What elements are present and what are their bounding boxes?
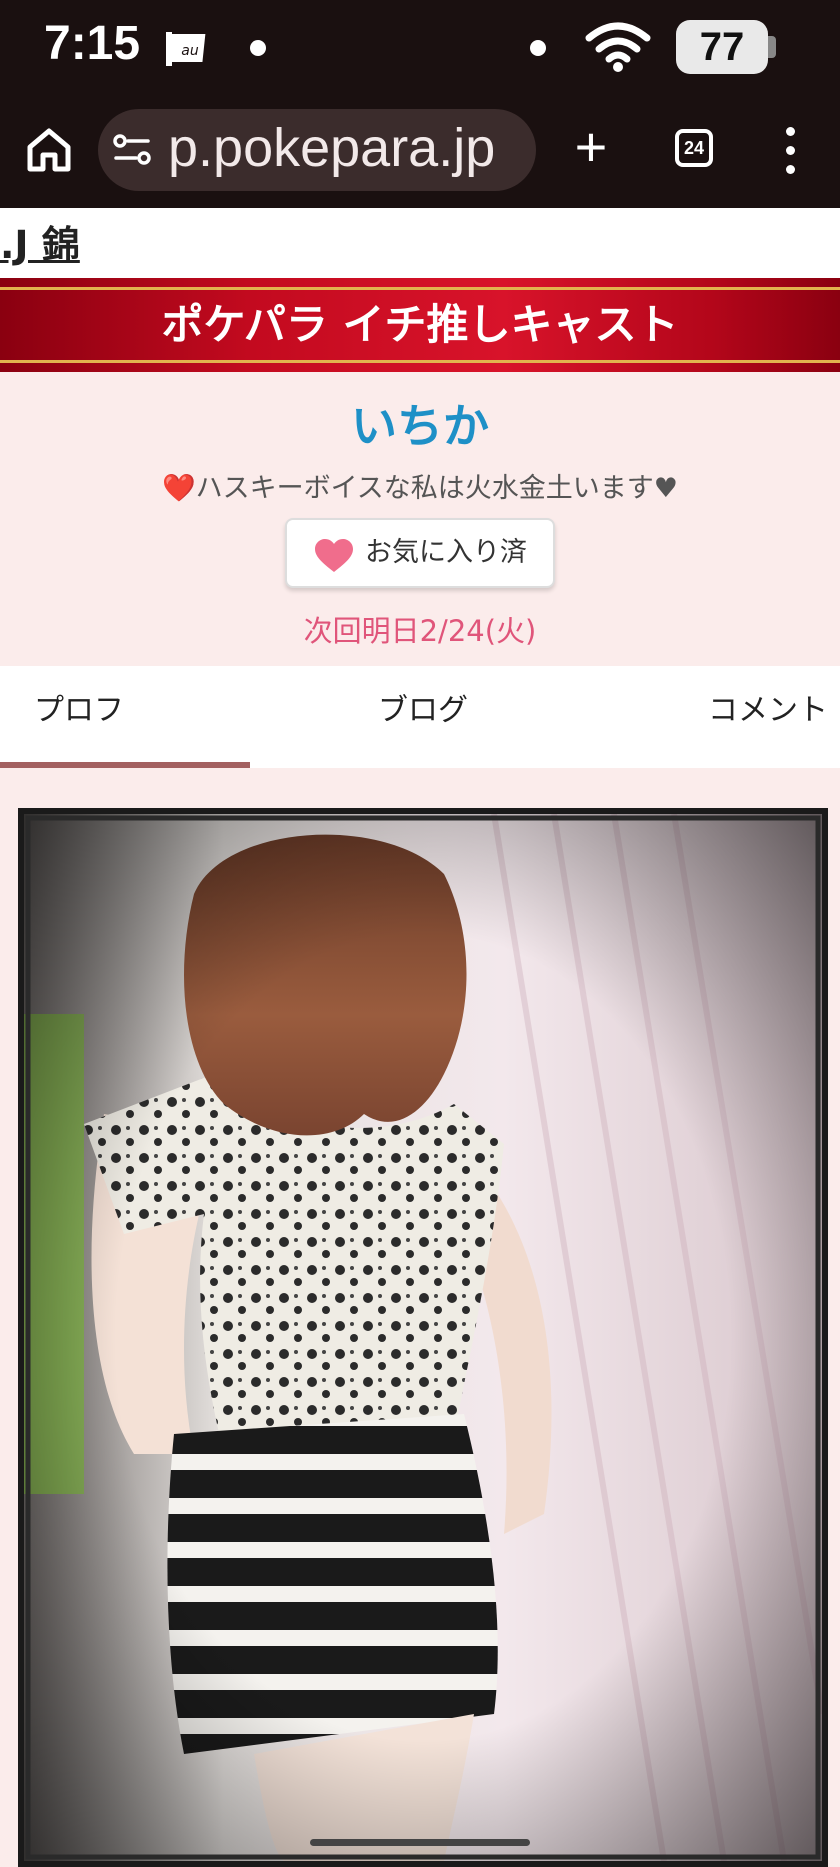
cast-name: いちか xyxy=(351,399,489,453)
status-time: 7:15 xyxy=(44,17,141,70)
profile-tabs: プロフ ブログ コメント xyxy=(0,666,840,764)
new-tab-button[interactable]: + xyxy=(566,119,616,175)
tab-profile[interactable]: プロフ xyxy=(34,666,124,756)
banner-title: ポケパラ イチ推しキャスト xyxy=(161,300,679,349)
wifi-icon xyxy=(585,22,651,72)
cast-photo[interactable] xyxy=(18,808,828,1867)
cast-photo-image xyxy=(24,814,822,1861)
tab-comment[interactable]: コメント xyxy=(708,666,828,756)
shop-name-link[interactable]: .J 錦 xyxy=(0,214,80,269)
home-icon[interactable] xyxy=(24,125,74,175)
more-vert-icon[interactable] xyxy=(774,125,806,177)
url-text[interactable]: p.pokepara.jp xyxy=(168,117,495,179)
site-info-icon[interactable] xyxy=(112,131,152,169)
next-shift-date: 次回明日2/24(火) xyxy=(303,614,537,648)
svg-text:au: au xyxy=(181,43,199,59)
carrier-icon: au xyxy=(166,32,206,66)
notification-dot xyxy=(250,40,266,56)
address-bar[interactable]: p.pokepara.jp xyxy=(98,109,536,191)
notification-dot xyxy=(530,40,546,56)
browser-toolbar: p.pokepara.jp + 24 xyxy=(0,95,840,208)
heart-icon xyxy=(315,539,353,572)
gesture-handle[interactable] xyxy=(310,1839,530,1846)
favorite-button[interactable]: お気に入り済 xyxy=(285,518,555,588)
recommend-banner: ポケパラ イチ推しキャスト xyxy=(0,278,840,372)
tab-blog[interactable]: ブログ xyxy=(378,666,468,756)
tabs-button[interactable]: 24 xyxy=(675,129,713,167)
cast-profile-header: いちか ❤️ハスキーボイスな私は火水金土います♥ お気に入り済 次回明日2/24… xyxy=(0,372,840,666)
web-page: .J 錦 ポケパラ イチ推しキャスト いちか ❤️ハスキーボイスな私は火水金土い… xyxy=(0,208,840,1867)
status-bar: 7:15 au 77 xyxy=(0,0,840,95)
cast-catchphrase: ❤️ハスキーボイスな私は火水金土います♥ xyxy=(161,473,678,504)
favorite-label: お気に入り済 xyxy=(365,537,527,568)
profile-content xyxy=(0,768,840,1867)
battery-icon: 77 xyxy=(676,20,776,74)
battery-percent: 77 xyxy=(699,25,745,69)
